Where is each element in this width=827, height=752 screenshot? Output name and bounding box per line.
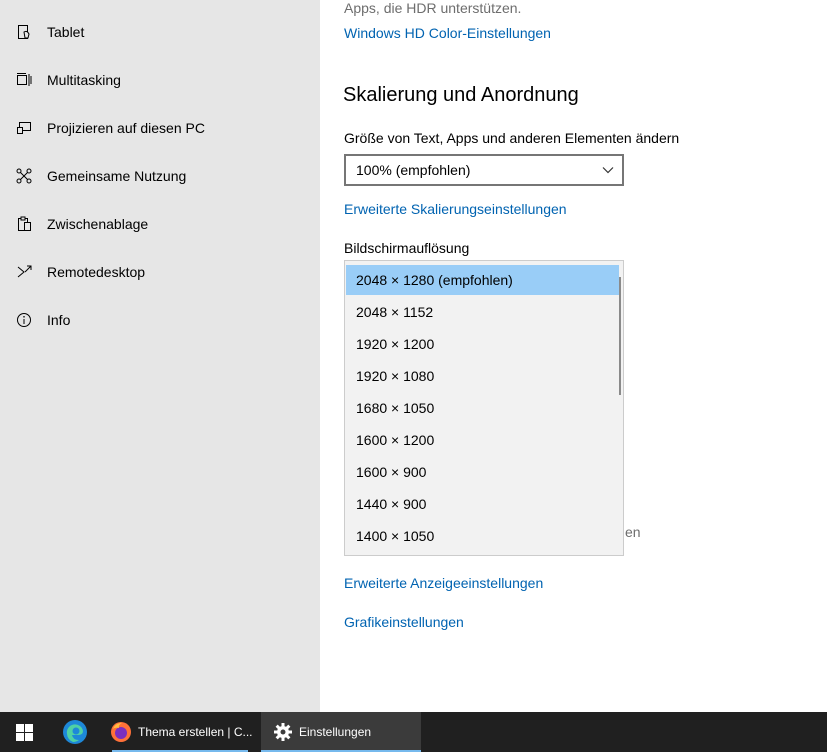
sidebar-item-remote-desktop[interactable]: Remotedesktop xyxy=(0,248,320,296)
resolution-option[interactable]: 2048 × 1152 xyxy=(346,297,619,327)
sidebar-item-share[interactable]: Gemeinsame Nutzung xyxy=(0,152,320,200)
edge-icon xyxy=(63,720,87,744)
sidebar-item-project[interactable]: Projizieren auf diesen PC xyxy=(0,104,320,152)
sidebar-item-clipboard[interactable]: Zwischenablage xyxy=(0,200,320,248)
firefox-window-title: Thema erstellen | C... xyxy=(138,725,253,739)
hdr-description: Apps, die HDR unterstützen. xyxy=(344,0,522,16)
remote-desktop-icon xyxy=(16,264,32,280)
sidebar: Tablet Multitasking Projizieren auf dies… xyxy=(0,0,320,712)
section-title: Skalierung und Anordnung xyxy=(343,84,579,106)
resolution-dropdown-list[interactable]: 2048 × 1280 (empfohlen) 2048 × 1152 1920… xyxy=(344,260,624,556)
project-icon xyxy=(16,120,32,136)
resolution-option[interactable]: 1600 × 900 xyxy=(346,457,619,487)
resolution-option[interactable]: 1680 × 1050 xyxy=(346,393,619,423)
resolution-label: Bildschirmauflösung xyxy=(344,240,470,256)
sidebar-item-label: Tablet xyxy=(47,24,85,40)
sidebar-item-label: Projizieren auf diesen PC xyxy=(47,120,205,136)
partial-text: en xyxy=(625,524,641,540)
resolution-option[interactable]: 1440 × 900 xyxy=(346,489,619,519)
settings-window-title: Einstellungen xyxy=(299,725,372,739)
resolution-option[interactable]: 2048 × 1280 (empfohlen) xyxy=(346,265,619,295)
sidebar-item-info[interactable]: Info xyxy=(0,296,320,344)
advanced-display-link[interactable]: Erweiterte Anzeigeeinstellungen xyxy=(344,575,543,591)
chevron-down-icon xyxy=(602,167,614,174)
start-button[interactable] xyxy=(0,712,48,752)
sidebar-item-label: Remotedesktop xyxy=(47,264,146,280)
sidebar-item-multitasking[interactable]: Multitasking xyxy=(0,56,320,104)
share-icon xyxy=(16,168,32,184)
hdr-color-settings-link[interactable]: Windows HD Color-Einstellungen xyxy=(344,25,551,41)
graphics-settings-link[interactable]: Grafikeinstellungen xyxy=(344,614,464,630)
resolution-option[interactable]: 1400 × 1050 xyxy=(346,521,619,551)
scale-label: Größe von Text, Apps und anderen Element… xyxy=(344,130,680,146)
scale-value: 100% (empfohlen) xyxy=(356,162,471,178)
resolution-option[interactable]: 1920 × 1080 xyxy=(346,361,619,391)
scale-dropdown[interactable]: 100% (empfohlen) xyxy=(344,154,624,186)
windows-logo-icon xyxy=(15,723,33,741)
gear-icon xyxy=(274,723,292,741)
sidebar-item-tablet[interactable]: Tablet xyxy=(0,8,320,56)
settings-taskbar-button[interactable]: Einstellungen xyxy=(261,712,421,752)
edge-taskbar-button[interactable] xyxy=(55,712,95,752)
firefox-icon xyxy=(111,722,131,742)
advanced-scaling-link[interactable]: Erweiterte Skalierungseinstellungen xyxy=(344,201,567,217)
clipboard-icon xyxy=(16,216,32,232)
scrollbar-thumb[interactable] xyxy=(619,277,621,395)
resolution-option[interactable]: 1920 × 1200 xyxy=(346,329,619,359)
settings-content: Apps, die HDR unterstützen. Windows HD C… xyxy=(320,0,827,712)
taskbar: Thema erstellen | C... Einstellungen xyxy=(0,712,827,752)
sidebar-item-label: Zwischenablage xyxy=(47,216,149,232)
sidebar-item-label: Info xyxy=(47,312,71,328)
tablet-icon xyxy=(16,24,32,40)
info-icon xyxy=(16,312,32,328)
resolution-option[interactable]: 1600 × 1200 xyxy=(346,425,619,455)
sidebar-item-label: Gemeinsame Nutzung xyxy=(47,168,187,184)
firefox-taskbar-button[interactable]: Thema erstellen | C... xyxy=(104,712,256,752)
sidebar-item-label: Multitasking xyxy=(47,72,121,88)
multitasking-icon xyxy=(16,72,32,88)
